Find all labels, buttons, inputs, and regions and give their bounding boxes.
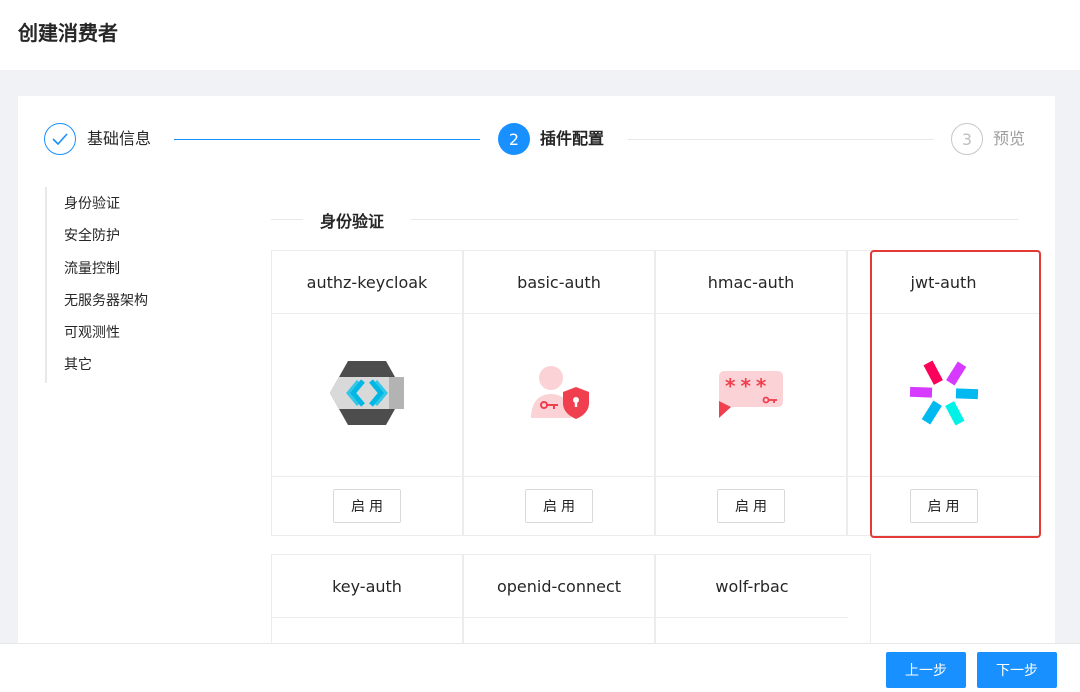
plugin-name: openid-connect [464,555,654,618]
sidebar-item-security[interactable]: 安全防护 [64,226,120,246]
plugin-name: key-auth [272,555,462,618]
step-1-label: 基础信息 [87,129,152,148]
section-title: 身份验证 [320,212,385,231]
plugin-name: hmac-auth [656,251,846,314]
plugin-footer: 启用 [464,476,654,536]
sidebar-item-other[interactable]: 其它 [64,355,92,375]
plugin-footer: 启用 [848,476,1039,536]
enable-button-hmac-auth[interactable]: 启用 [717,489,785,523]
step-2-number: 2 [508,129,520,149]
user-shield-icon [526,365,592,425]
plugin-card-jwt-auth: jwt-auth 启用 [847,250,1039,536]
plugin-icon-area: *** [656,313,846,477]
step-2-connector [628,139,934,140]
plugin-icon-area [464,313,654,477]
enable-button-basic-auth[interactable]: 启用 [525,489,593,523]
keycloak-icon [329,360,405,430]
sidebar-item-serverless[interactable]: 无服务器架构 [64,291,148,311]
plugin-footer: 启用 [656,476,846,536]
password-mask-text: *** [725,373,772,398]
plugin-icon-area [848,313,1039,477]
plugin-card-wolf-rbac: wolf-rbac [655,554,871,650]
category-menu: 身份验证 安全防护 流量控制 无服务器架构 可观测性 其它 [45,187,227,383]
prev-step-button[interactable]: 上一步 [886,652,966,688]
step-1-circle [44,123,76,155]
password-chat-icon: *** [719,370,783,419]
step-1-connector [174,139,480,140]
step-3-circle: 3 [951,123,983,155]
sidebar-item-traffic[interactable]: 流量控制 [64,259,120,279]
plugin-name: basic-auth [464,251,654,314]
sidebar-item-auth[interactable]: 身份验证 [64,194,120,214]
jwt-logo-icon [904,357,984,433]
step-2-label: 插件配置 [540,129,605,148]
page-header: 创建消费者 [0,0,1080,70]
step-3-label: 预览 [993,129,1026,148]
plugin-name: jwt-auth [848,251,1039,314]
main-card: 基础信息 2 插件配置 3 预览 身份验证 安全防护 流量控制 无服务器架构 可… [18,96,1055,656]
plugin-name: authz-keycloak [272,251,462,314]
plugin-card-authz-keycloak: authz-keycloak 启用 [271,250,463,536]
next-step-button[interactable]: 下一步 [977,652,1057,688]
plugin-footer: 启用 [272,476,462,536]
footer-bar: 上一步 下一步 [0,643,1080,692]
plugin-card-key-auth: key-auth [271,554,463,650]
step-2-circle: 2 [498,123,530,155]
plugin-icon-area [272,313,462,477]
sidebar-item-observability[interactable]: 可观测性 [64,323,120,343]
plugin-name: wolf-rbac [656,555,848,618]
plugin-card-openid-connect: openid-connect [463,554,655,650]
enable-button-jwt-auth[interactable]: 启用 [909,489,978,523]
check-icon [52,130,68,149]
section-divider-left [271,219,303,220]
step-3-number: 3 [961,129,973,149]
page-title: 创建消费者 [18,21,118,45]
enable-button-authz-keycloak[interactable]: 启用 [333,489,401,523]
plugin-card-basic-auth: basic-auth 启用 [463,250,655,536]
section-divider-right [411,219,1018,220]
plugin-card-hmac-auth: hmac-auth *** 启用 [655,250,847,536]
